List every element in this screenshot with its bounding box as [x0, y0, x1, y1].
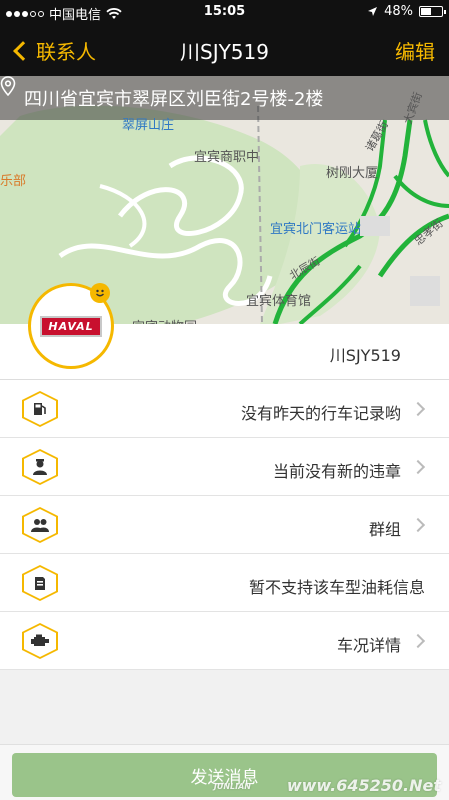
map-label-shugang-building: 树刚大厦: [326, 166, 379, 181]
list-item-label: 群组: [368, 520, 401, 539]
map-label-vocational-school: 宜宾商职中: [194, 150, 260, 165]
brand-logo: HAVAL: [40, 315, 102, 337]
list-item-fuel-consumption[interactable]: 暂不支持该车型油耗信息: [0, 554, 449, 612]
address-text: 四川省宜宾市翠屏区刘臣街2号楼-2楼: [24, 89, 324, 110]
fuel-pump-icon: [22, 391, 58, 427]
group-people-icon: [22, 507, 58, 543]
police-officer-icon: [22, 449, 58, 485]
smiley-badge-icon: [90, 283, 110, 303]
map-label-bus-station: 宜宾北门客运站: [270, 222, 362, 237]
chevron-right-icon: [410, 459, 426, 475]
engine-icon: [22, 623, 58, 659]
plate-number: 川SJY519: [329, 346, 401, 365]
status-bar: 中国电信 15:05 48%: [0, 0, 449, 24]
map-label-club: 乐部: [0, 174, 27, 189]
map-label-museum: 宜宾动物园: [132, 316, 197, 324]
battery-icon: [419, 6, 446, 17]
list-item-vehicle-condition[interactable]: 车况详情: [0, 612, 449, 670]
map-label-cuiping-villa: 翠屏山庄: [122, 118, 175, 133]
map-label-stadium: 宜宾体育馆: [246, 294, 312, 309]
location-arrow-icon: [368, 7, 378, 16]
fuel-can-icon: [22, 565, 58, 601]
list-item-violations[interactable]: 当前没有新的违章: [0, 438, 449, 496]
chevron-right-icon: [410, 633, 426, 649]
list-item-groups[interactable]: 群组: [0, 496, 449, 554]
chevron-right-icon: [410, 401, 426, 417]
address-bar: 四川省宜宾市翠屏区刘臣街2号楼-2楼: [0, 76, 449, 120]
edit-button[interactable]: 编辑: [395, 36, 435, 65]
chevron-right-icon: [410, 517, 426, 533]
list-item-label: 没有昨天的行车记录哟: [240, 404, 401, 423]
list-item-label: 暂不支持该车型油耗信息: [248, 578, 425, 597]
page-title: 川SJY519: [180, 40, 269, 64]
list-item-label: 车况详情: [336, 636, 401, 655]
watermark-brand: JUNLIAN: [213, 782, 251, 791]
battery-percent: 48%: [384, 4, 413, 19]
nav-bar: 联系人 川SJY519 编辑: [0, 24, 449, 76]
list-item-trip-record[interactable]: 没有昨天的行车记录哟: [0, 380, 449, 438]
watermark-url: www.645250.Net: [286, 776, 441, 795]
list-item-label: 当前没有新的违章: [272, 462, 401, 481]
status-right: 48%: [367, 4, 446, 19]
info-list: 没有昨天的行车记录哟 当前没有新的违章 群组 暂不支持该车型油耗信息 车况详情: [0, 380, 449, 670]
location-pin-icon: [0, 76, 16, 96]
